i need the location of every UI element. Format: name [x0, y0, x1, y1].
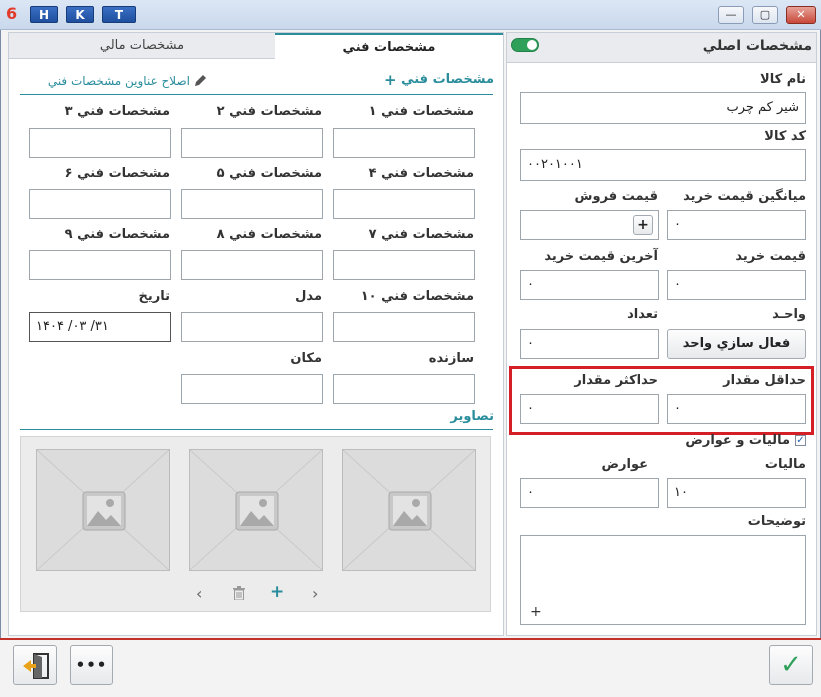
description-field[interactable]	[520, 535, 806, 625]
exit-button[interactable]	[13, 645, 57, 685]
tax-checkbox-label: ماليات و عوارض	[685, 433, 790, 448]
min-qty-field[interactable]: ۰	[667, 394, 806, 424]
minimize-button[interactable]: —	[718, 6, 744, 24]
close-button[interactable]: ✕	[786, 6, 816, 24]
section-divider	[20, 94, 493, 95]
tech-1-field[interactable]	[333, 128, 475, 158]
app-logo-icon: 6	[6, 4, 18, 23]
tech-8-field[interactable]	[181, 250, 323, 280]
images-header: تصاوير	[450, 409, 494, 424]
tech-4-label: مشخصات فني ۴	[368, 166, 474, 181]
tech-9-field[interactable]	[29, 250, 171, 280]
technical-header: مشخصات فني	[401, 72, 494, 87]
title-bar: 6 H K T — ▢ ✕	[0, 0, 821, 30]
tax-checkbox[interactable]: ✓	[795, 435, 806, 446]
tech-2-label: مشخصات فني ۲	[216, 104, 322, 119]
model-field[interactable]	[181, 312, 323, 342]
model-label: مدل	[295, 289, 322, 304]
duties-label: عوارض	[601, 457, 648, 472]
tab-technical[interactable]: مشخصات فني	[275, 33, 503, 59]
image-placeholder-icon	[235, 491, 279, 531]
image-slot-3[interactable]	[36, 449, 170, 571]
place-label: مکان	[290, 351, 322, 366]
purchase-price-field[interactable]: ۰	[667, 270, 806, 300]
tech-5-field[interactable]	[181, 189, 323, 219]
tech-8-label: مشخصات فني ۸	[216, 227, 322, 242]
last-purchase-label: آخرين قيمت خريد	[544, 249, 658, 264]
product-code-label: کد کالا	[764, 129, 806, 144]
exit-door-icon	[23, 653, 49, 679]
place-field[interactable]	[181, 374, 323, 404]
tech-7-label: مشخصات فني ۷	[368, 227, 474, 242]
unit-label: واحـد	[772, 307, 806, 322]
image-placeholder-icon	[388, 491, 432, 531]
product-code-field[interactable]: ۰۰۲۰۱۰۰۱	[520, 149, 806, 181]
tech-1-label: مشخصات فني ۱	[368, 104, 474, 119]
tech-6-field[interactable]	[29, 189, 171, 219]
next-image-icon[interactable]: ›	[312, 584, 318, 603]
tech-3-label: مشخصات فني ۳	[64, 104, 170, 119]
confirm-button[interactable]: ✓	[769, 645, 813, 685]
toggle-knob	[527, 40, 537, 50]
count-field[interactable]: ۰	[520, 329, 659, 359]
tax-field[interactable]: ۱۰	[667, 478, 806, 508]
hkt-t-button[interactable]: T	[102, 6, 136, 23]
images-divider	[20, 429, 493, 430]
add-image-icon[interactable]: +	[270, 582, 284, 602]
main-header: مشخصات اصلي	[702, 38, 812, 54]
max-qty-field[interactable]: ۰	[520, 394, 659, 424]
tech-6-label: مشخصات فني ۶	[64, 166, 170, 181]
footer-bar	[0, 638, 821, 697]
product-name-label: نام کالا	[760, 72, 806, 87]
tax-label: ماليات	[764, 457, 806, 472]
min-qty-label: حداقل مقدار	[723, 373, 806, 388]
image-slot-2[interactable]	[189, 449, 323, 571]
maximize-button[interactable]: ▢	[752, 6, 778, 24]
tech-5-label: مشخصات فني ۵	[216, 166, 322, 181]
duties-field[interactable]: ۰	[520, 478, 659, 508]
tech-10-label: مشخصات فني ۱۰	[360, 289, 474, 304]
image-placeholder-icon	[82, 491, 126, 531]
prev-image-icon[interactable]: ‹	[196, 584, 202, 603]
purchase-price-label: قيمت خريد	[735, 249, 806, 264]
max-qty-label: حداکثر مقدار	[574, 373, 658, 388]
avg-purchase-label: ميانگين قيمت خريد	[683, 189, 806, 204]
tech-2-field[interactable]	[181, 128, 323, 158]
hkt-k-button[interactable]: K	[66, 6, 94, 23]
maker-field[interactable]	[333, 374, 475, 404]
edit-titles-link[interactable]: اصلاح عناوين مشخصات فني	[28, 74, 190, 88]
count-label: تعداد	[627, 307, 658, 322]
maker-label: سازنده	[428, 351, 474, 366]
sale-price-label: قيمت فروش	[574, 189, 658, 204]
tab-financial[interactable]: مشخصات مالي	[9, 33, 275, 59]
tech-7-field[interactable]	[333, 250, 475, 280]
description-add-icon[interactable]: +	[530, 604, 542, 620]
date-label: تاريخ	[138, 289, 171, 304]
trash-icon[interactable]	[233, 586, 245, 601]
pencil-icon[interactable]	[193, 74, 207, 88]
tech-10-field[interactable]	[333, 312, 475, 342]
description-label: توضيحات	[747, 514, 806, 529]
product-name-field[interactable]: شير کم چرب	[520, 92, 806, 124]
last-purchase-field[interactable]: ۰	[520, 270, 659, 300]
tech-9-label: مشخصات فني ۹	[64, 227, 170, 242]
tech-3-field[interactable]	[29, 128, 171, 158]
add-technical-icon[interactable]: +	[384, 71, 397, 89]
date-field[interactable]: ۱۴۰۴ /۰۳ /۳۱	[29, 312, 171, 342]
main-toggle-switch[interactable]	[511, 38, 539, 52]
tech-4-field[interactable]	[333, 189, 475, 219]
sale-price-plus-button[interactable]: +	[633, 215, 653, 235]
more-options-button[interactable]: •••	[70, 645, 113, 685]
avg-purchase-field[interactable]: ۰	[667, 210, 806, 240]
hkt-h-button[interactable]: H	[30, 6, 58, 23]
activate-unit-button[interactable]: فعال سازي واحد	[667, 329, 806, 359]
image-slot-1[interactable]	[342, 449, 476, 571]
